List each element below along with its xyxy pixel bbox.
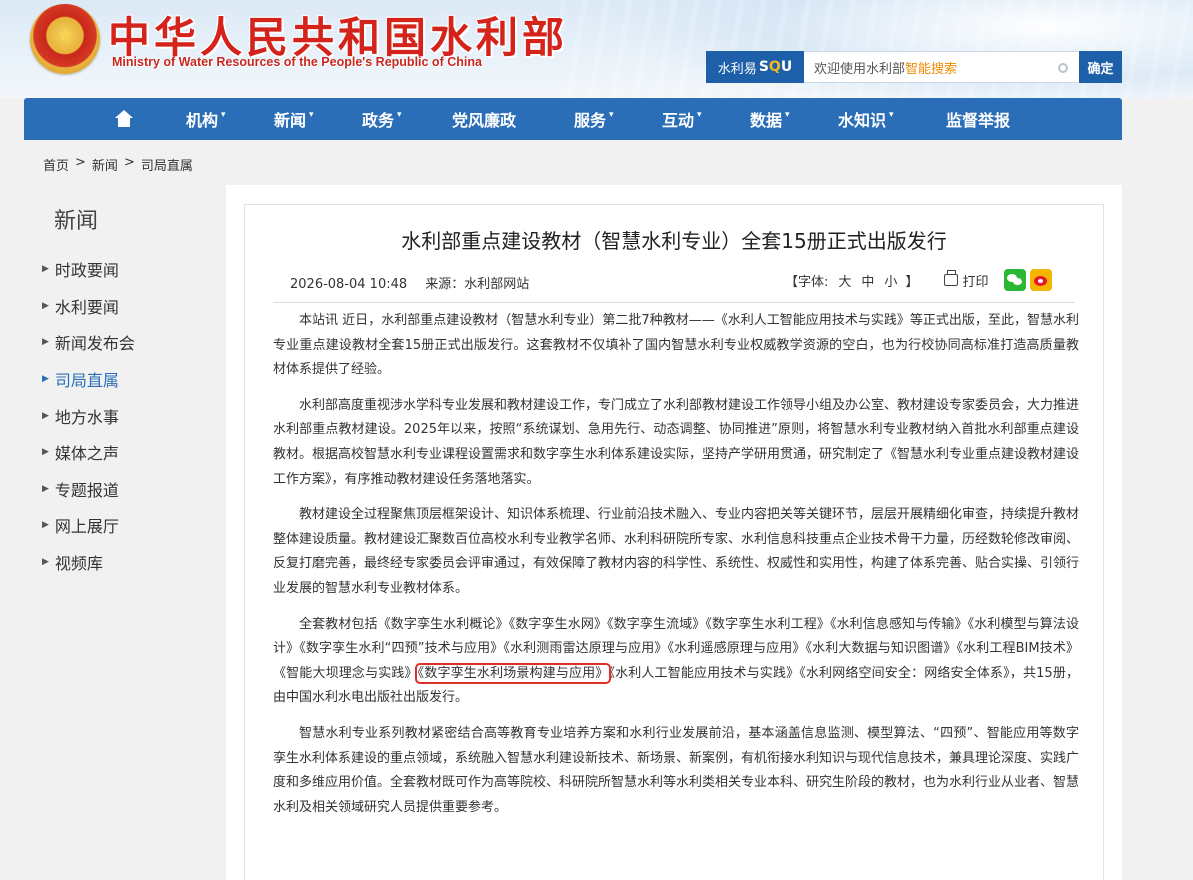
main-nav: 机构 ▾ 新闻 ▾ 政务 ▾ 党风廉政 服务 ▾ 互动 ▾ 数据 ▾ 水知识 ▾ 监督举报 [24, 98, 1122, 140]
article: 水利部重点建设教材（智慧水利专业）全套15册正式出版发行 2026-08-04 … [244, 204, 1104, 880]
clear-circle-icon[interactable] [1058, 63, 1068, 73]
sidebar-menu: ▶ 时政要闻 ▶ 水利要闻 ▶ 新闻发布会 ▶ 司局直属 ▶ 地方水事 ▶ 媒体之声 ▶ 专题… [42, 251, 135, 580]
sidebar-item-shuili[interactable]: ▶ 水利要闻 [42, 288, 135, 325]
sidebar-title: 新闻 [54, 209, 99, 234]
nav-item-dangfeng[interactable]: 党风廉政 [452, 98, 574, 140]
nav-item-hudong[interactable]: 互动 ▾ [662, 98, 750, 140]
highlighted-book-title: 《数字孪生水利场景构建与应用》 [414, 662, 612, 684]
breadcrumb-current[interactable]: 司局直属 [141, 155, 193, 174]
triangle-right-icon: ▶ [42, 374, 49, 385]
search-bar: 水利易 SQU 欢迎使用水利部 智能搜索 确定 [706, 51, 1122, 83]
sidebar-item-meiti[interactable]: ▶ 媒体之声 [42, 434, 135, 471]
sidebar-item-difang[interactable]: ▶ 地方水事 [42, 397, 135, 434]
triangle-right-icon: ▶ [42, 557, 49, 568]
content-panel: 水利部重点建设教材（智慧水利专业）全套15册正式出版发行 2026-08-04 … [226, 185, 1122, 880]
wechat-share-icon[interactable] [1004, 269, 1027, 291]
print-button[interactable]: 打印 [944, 270, 988, 290]
sou-logo-icon: SQU [758, 59, 793, 75]
main-container: 新闻 ▶ 时政要闻 ▶ 水利要闻 ▶ 新闻发布会 ▶ 司局直属 ▶ 地方水事 ▶ 媒体之声 … [24, 185, 1122, 880]
article-tools: 【字体: 大 中 小 】 打印 [785, 269, 1053, 291]
article-body: 本站讯 近日，水利部重点建设教材（智慧水利专业）第二批7种教材——《水利人工智能… [273, 309, 1079, 831]
search-input[interactable]: 欢迎使用水利部 智能搜索 [804, 51, 1078, 83]
meta-divider [273, 302, 1075, 303]
triangle-right-icon: ▶ [42, 447, 49, 458]
triangle-right-icon: ▶ [42, 520, 49, 531]
printer-icon [944, 270, 959, 286]
article-source: 来源：水利部网站 [425, 277, 530, 292]
article-meta: 2026-08-04 10:48 来源：水利部网站 [290, 273, 529, 292]
font-small-button[interactable]: 小 [884, 271, 897, 290]
font-large-button[interactable]: 大 [838, 271, 851, 290]
breadcrumb-news[interactable]: 新闻 [92, 155, 118, 174]
weibo-share-icon[interactable] [1030, 269, 1053, 291]
nav-item-fuwu[interactable]: 服务 ▾ [574, 98, 662, 140]
sidebar-item-video[interactable]: ▶ 视频库 [42, 544, 135, 581]
paragraph: 水利部高度重视涉水学科专业发展和教材建设工作，专门成立了水利部教材建设工作领导小… [273, 397, 1080, 487]
sidebar-item-zhuanti[interactable]: ▶ 专题报道 [42, 471, 135, 508]
article-title: 水利部重点建设教材（智慧水利专业）全套15册正式出版发行 [401, 229, 947, 253]
sidebar-item-press[interactable]: ▶ 新闻发布会 [42, 324, 135, 361]
nav-item-zhengwu[interactable]: 政务 ▾ [362, 98, 452, 140]
search-submit-button[interactable]: 确定 [1078, 51, 1122, 83]
article-date: 2026-08-04 10:48 [290, 277, 408, 292]
site-title-english: Ministry of Water Resources of the Peopl… [112, 55, 482, 69]
nav-item-jiandu[interactable]: 监督举报 [946, 98, 1046, 140]
breadcrumb: 首页 > 新闻 > 司局直属 [43, 155, 193, 174]
sidebar-item-shizheng[interactable]: ▶ 时政要闻 [42, 251, 135, 288]
national-emblem-icon[interactable]: ★ [30, 4, 100, 74]
nav-item-jigou[interactable]: 机构 ▾ [186, 98, 274, 140]
sidebar-item-zhanting[interactable]: ▶ 网上展厅 [42, 507, 135, 544]
site-header: ★ 中华人民共和国水利部 Ministry of Water Resources… [0, 0, 1193, 98]
sidebar-item-siju[interactable]: ▶ 司局直属 [42, 361, 135, 398]
nav-item-news[interactable]: 新闻 ▾ [274, 98, 362, 140]
breadcrumb-home[interactable]: 首页 [43, 155, 69, 174]
home-icon[interactable] [114, 110, 134, 128]
triangle-right-icon: ▶ [42, 483, 49, 494]
paragraph: 智慧水利专业系列教材紧密结合高等教育专业培养方案和水利行业发展前沿，基本涵盖信息… [273, 725, 1080, 815]
triangle-right-icon: ▶ [42, 300, 49, 311]
paragraph: 教材建设全过程聚焦顶层框架设计、知识体系梳理、行业前沿技术融入、专业内容把关等关… [273, 507, 1080, 596]
sidebar: 新闻 ▶ 时政要闻 ▶ 水利要闻 ▶ 新闻发布会 ▶ 司局直属 ▶ 地方水事 ▶ 媒体之声 … [24, 185, 224, 880]
triangle-right-icon: ▶ [42, 337, 49, 348]
nav-item-shuizhishi[interactable]: 水知识 ▾ [838, 98, 946, 140]
nav-item-shuju[interactable]: 数据 ▾ [750, 98, 838, 140]
nav-home[interactable] [114, 98, 186, 140]
font-medium-button[interactable]: 中 [861, 271, 874, 290]
triangle-right-icon: ▶ [42, 410, 49, 421]
triangle-right-icon: ▶ [42, 264, 49, 275]
paragraph-books: 全套教材包括《数字孪生水利概论》《数字孪生水网》《数字孪生流域》《数字孪生水利工… [273, 616, 1079, 706]
paragraph: 本站讯 近日，水利部重点建设教材（智慧水利专业）第二批7种教材——《水利人工智能… [273, 313, 1079, 378]
search-brand-logo: 水利易 SQU [706, 51, 804, 83]
